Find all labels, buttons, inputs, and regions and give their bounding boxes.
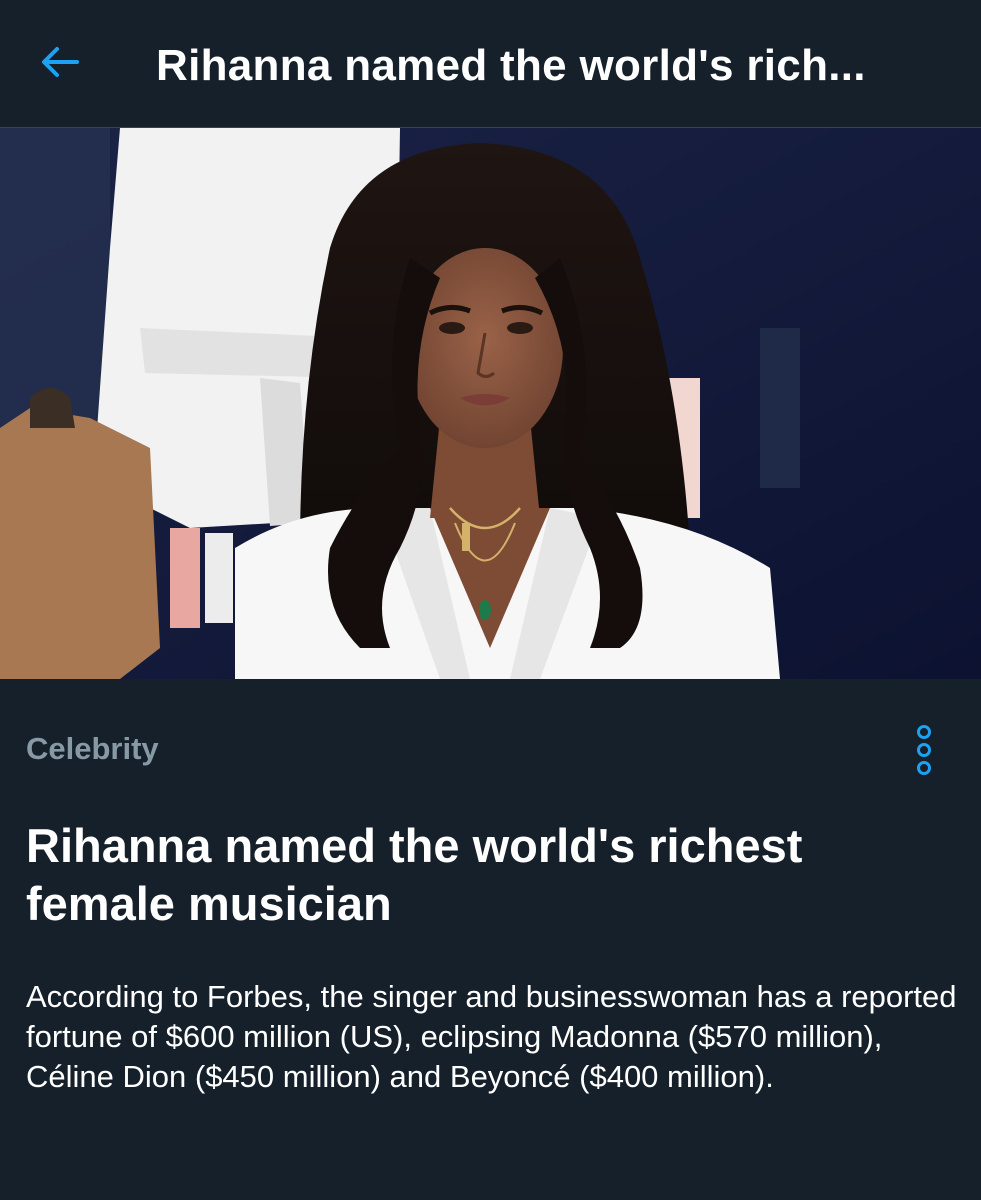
back-arrow-icon <box>42 47 79 77</box>
article-summary: According to Forbes, the singer and busi… <box>26 979 957 1094</box>
more-options-icon <box>917 725 931 775</box>
more-options-button[interactable] <box>904 722 944 778</box>
hero-photo <box>0 128 981 679</box>
header-title: Rihanna named the world's rich... <box>156 41 866 90</box>
category-label: Celebrity <box>26 731 159 766</box>
top-header: Rihanna named the world's rich... <box>0 0 981 128</box>
article-card[interactable]: Celebrity Rihanna named the world's rich… <box>0 679 981 1200</box>
back-button[interactable] <box>30 32 90 92</box>
article-headline: Rihanna named the world's richest female… <box>26 819 803 930</box>
article-hero-image[interactable] <box>0 128 981 679</box>
